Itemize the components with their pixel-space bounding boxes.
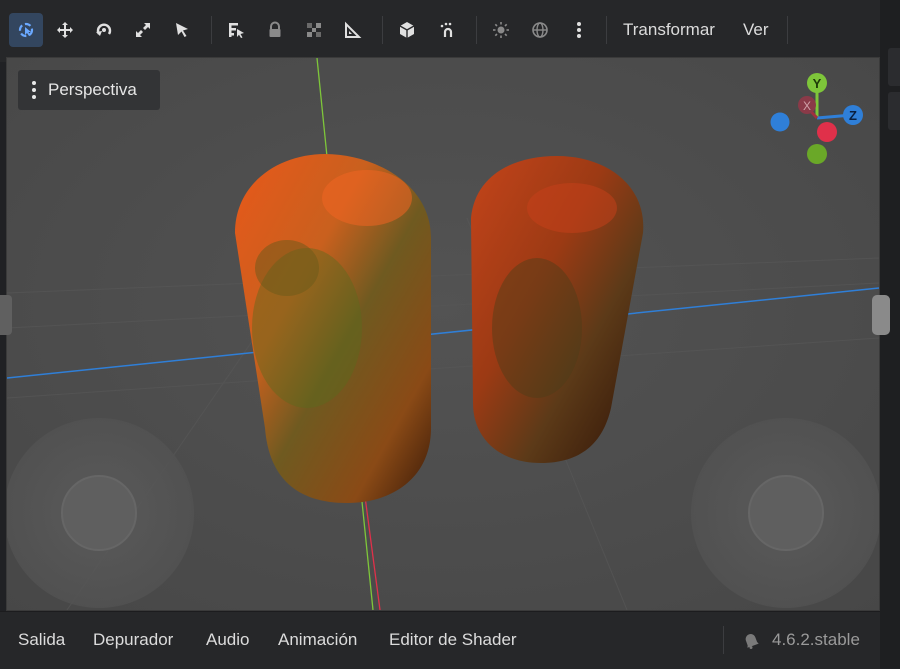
left-panel-handle[interactable] <box>0 295 12 335</box>
move-icon <box>57 22 73 38</box>
tab-output[interactable]: Salida <box>18 630 65 650</box>
select-mode-icon <box>18 22 34 38</box>
grid-snap-icon <box>307 23 321 37</box>
snap-magnet-button[interactable] <box>431 13 465 47</box>
toolbar-separator <box>382 16 383 44</box>
right-panel-handle[interactable] <box>872 295 890 335</box>
rotate-icon <box>96 23 112 36</box>
gizmo-x[interactable] <box>817 122 837 142</box>
more-vertical-icon <box>577 22 581 38</box>
toolbar-separator <box>476 16 477 44</box>
notification-bell-icon[interactable] <box>742 631 760 649</box>
lock-button[interactable] <box>258 13 292 47</box>
cube-button[interactable] <box>390 13 424 47</box>
dock-tab[interactable] <box>888 48 900 86</box>
more-options-button[interactable] <box>562 13 596 47</box>
gizmo-neg-z[interactable] <box>770 112 790 132</box>
engine-version: 4.6.2.stable <box>772 630 860 649</box>
list-select-button[interactable] <box>219 13 253 47</box>
toolbar-separator <box>211 16 212 44</box>
ruler-icon <box>345 21 362 38</box>
rotate-button[interactable] <box>87 13 121 47</box>
tab-shader-editor[interactable]: Editor de Shader <box>389 630 517 650</box>
dock-tab[interactable] <box>888 92 900 130</box>
tab-debugger[interactable]: Depurador <box>93 630 173 650</box>
viewport-toolbar: Transformar Ver <box>0 0 880 62</box>
lock-icon <box>269 21 281 37</box>
sun-icon <box>493 22 509 38</box>
bottom-panel-bar: Salida Depurador Audio Animación Editor … <box>0 611 880 669</box>
bottom-separator <box>723 626 724 654</box>
tab-audio[interactable]: Audio <box>206 630 249 650</box>
transform-menu[interactable]: Transformar <box>623 20 715 40</box>
gizmo-y-label: Y <box>813 76 822 91</box>
pointer-icon <box>176 23 188 37</box>
scale-button[interactable] <box>126 13 160 47</box>
sun-button[interactable] <box>484 13 518 47</box>
tab-animation[interactable]: Animación <box>278 630 357 650</box>
gizmo-z-label: Z <box>849 108 857 123</box>
view-menu[interactable]: Ver <box>743 20 769 40</box>
list-select-icon <box>229 23 244 38</box>
gizmo-x-label: X <box>803 99 811 113</box>
scene-canvas: X Y Z <box>7 58 879 610</box>
perspective-label: Perspectiva <box>48 80 137 99</box>
3d-viewport[interactable]: X Y Z Perspectiva <box>6 57 880 611</box>
more-vertical-icon <box>32 81 36 99</box>
snap-magnet-icon <box>440 22 453 37</box>
select-mode-button[interactable] <box>9 13 43 47</box>
move-button[interactable] <box>48 13 82 47</box>
ruler-button[interactable] <box>336 13 370 47</box>
cube-icon <box>399 22 415 38</box>
gizmo-neg-y[interactable] <box>807 144 827 164</box>
virtual-joystick-left[interactable] <box>7 418 194 608</box>
pointer-button[interactable] <box>165 13 199 47</box>
scale-icon <box>136 23 150 37</box>
toolbar-separator <box>606 16 607 44</box>
globe-button[interactable] <box>523 13 557 47</box>
perspective-menu-button[interactable]: Perspectiva <box>18 70 160 110</box>
globe-icon <box>532 22 548 38</box>
toolbar-separator <box>787 16 788 44</box>
virtual-joystick-right[interactable] <box>691 418 879 608</box>
grid-snap-button[interactable] <box>297 13 331 47</box>
